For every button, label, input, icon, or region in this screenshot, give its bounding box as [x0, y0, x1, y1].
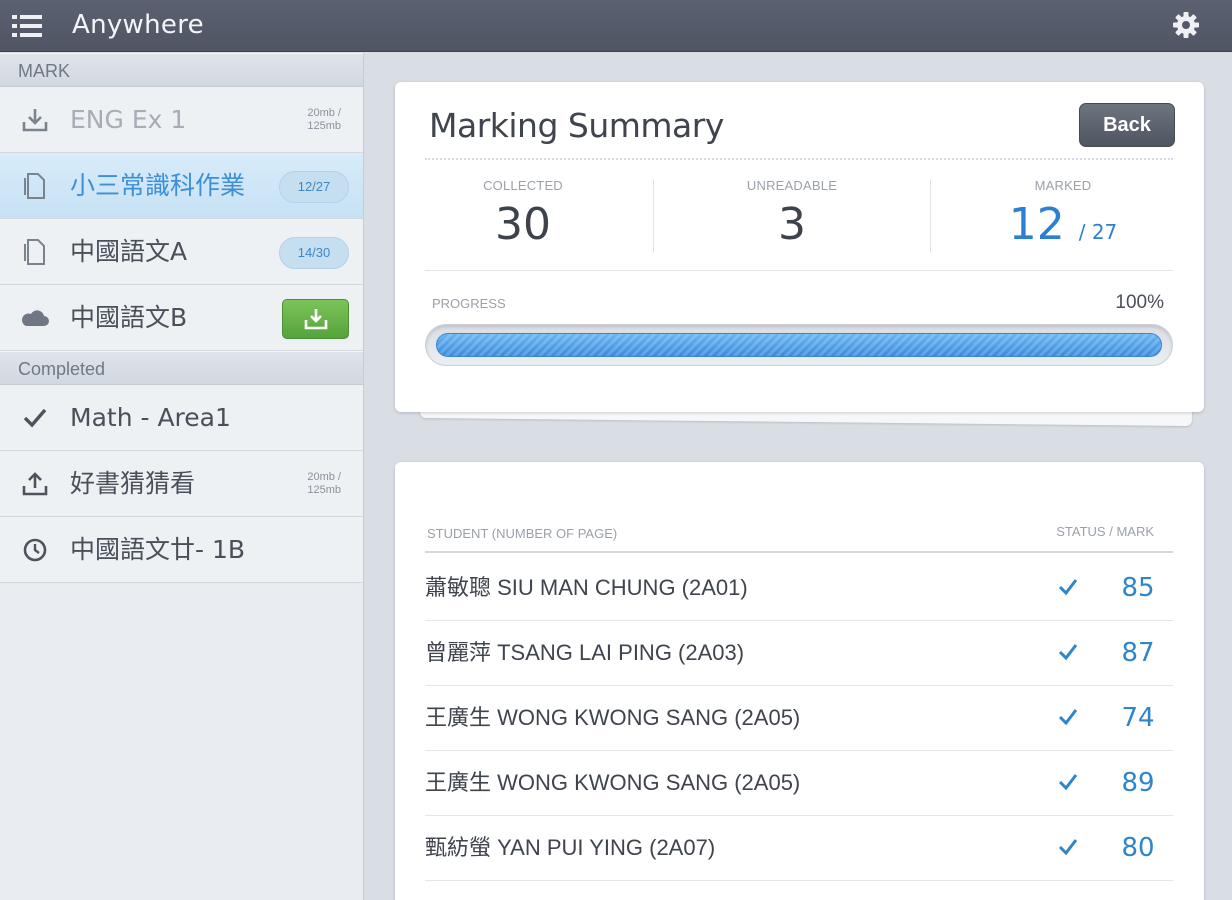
gear-icon[interactable]: [1172, 11, 1200, 39]
divider: [930, 180, 931, 252]
sidebar-item-primary3-science[interactable]: 小三常識科作業 12/27: [0, 153, 363, 219]
sidebar-item-book-guessing[interactable]: 好書猜猜看 20mb / 125mb: [0, 451, 363, 517]
collected-label: COLLECTED: [483, 178, 563, 193]
progress-count-badge: 14/30: [279, 237, 349, 269]
marked-stat: MARKED 12 / 27: [943, 178, 1183, 250]
download-button[interactable]: [282, 299, 349, 339]
mark-value: 80: [1121, 833, 1155, 863]
table-row[interactable]: 王廣生 WONG KWONG SANG (2A05) 89: [425, 751, 1173, 816]
divider: [425, 270, 1173, 271]
check-icon: [1058, 579, 1078, 596]
check-icon: [1058, 644, 1078, 661]
app-title: Anywhere: [72, 10, 204, 40]
marking-summary-card: Marking Summary Back COLLECTED 30 UNREAD…: [395, 82, 1204, 412]
student-name: 蕭敏聰 SIU MAN CHUNG (2A01): [425, 575, 748, 600]
check-icon: [1058, 839, 1078, 856]
sidebar-item-label: 好書猜猜看: [70, 469, 196, 498]
table-row[interactable]: 甄紡螢 YAN PUI YING (2A07) 80: [425, 816, 1173, 881]
sidebar-item-chinese-b[interactable]: 中國語文B: [0, 285, 363, 351]
column-header-status: STATUS / MARK: [1056, 524, 1154, 539]
sidebar-item-label: 小三常識科作業: [70, 171, 246, 200]
table-row[interactable]: 王廣生 WONG KWONG SANG (2A05) 74: [425, 686, 1173, 751]
download-icon: [22, 108, 48, 131]
divider: [653, 180, 654, 252]
check-icon: [1058, 709, 1078, 726]
sidebar: MARK ENG Ex 1 20mb / 125mb 小三常識科作業 12/27…: [0, 53, 364, 900]
mark-value: 87: [1121, 638, 1155, 668]
unreadable-stat: UNREADABLE 3: [672, 178, 912, 250]
sidebar-item-label: 中國語文廿- 1B: [70, 535, 246, 564]
mark-value: 85: [1121, 573, 1155, 603]
page-title: Marking Summary: [429, 106, 724, 145]
progress-value: 100%: [1115, 292, 1164, 313]
section-header-mark: MARK: [0, 53, 363, 87]
progress-label: PROGRESS: [432, 296, 506, 311]
marked-label: MARKED: [1034, 178, 1092, 193]
collected-value: 30: [495, 199, 551, 250]
column-header-student: STUDENT (NUMBER OF PAGE): [427, 526, 618, 541]
check-icon: [1058, 774, 1078, 791]
sidebar-item-label: Math - Area1: [70, 403, 231, 432]
section-header-completed: Completed: [0, 351, 363, 385]
divider: [425, 551, 1173, 553]
unreadable-value: 3: [778, 199, 806, 250]
cloud-icon: [22, 309, 49, 326]
student-name: 王廣生 WONG KWONG SANG (2A05): [425, 705, 801, 730]
student-name: 甄紡螢 YAN PUI YING (2A07): [425, 835, 716, 860]
upload-icon: [22, 471, 48, 495]
size-note: 20mb / 125mb: [307, 471, 341, 496]
back-button[interactable]: Back: [1079, 103, 1175, 147]
student-name: 曾麗萍 TSANG LAI PING (2A03): [425, 640, 745, 665]
sidebar-item-math-area1[interactable]: Math - Area1: [0, 385, 363, 451]
unreadable-label: UNREADABLE: [746, 178, 838, 193]
document-icon: [24, 172, 45, 199]
sidebar-item-label: 中國語文A: [70, 237, 188, 266]
marked-total: / 27: [1078, 220, 1118, 244]
download-icon: [304, 309, 328, 330]
table-row[interactable]: 曾麗萍 TSANG LAI PING (2A03) 87: [425, 621, 1173, 686]
mark-value: 89: [1121, 768, 1155, 798]
sidebar-item-chinese-1b[interactable]: 中國語文廿- 1B: [0, 517, 363, 583]
top-bar: Anywhere: [0, 0, 1232, 52]
sidebar-item-label: 中國語文B: [70, 303, 188, 332]
progress-bar: [425, 324, 1173, 366]
sidebar-item-eng-ex-1[interactable]: ENG Ex 1 20mb / 125mb: [0, 87, 363, 153]
progress-bar-fill: [436, 333, 1162, 357]
students-card: STUDENT (NUMBER OF PAGE) STATUS / MARK 蕭…: [395, 462, 1204, 900]
mark-value: 74: [1121, 703, 1155, 733]
document-icon: [24, 238, 45, 265]
collected-stat: COLLECTED 30: [403, 178, 643, 250]
sidebar-item-label: ENG Ex 1: [70, 105, 187, 134]
clock-icon: [23, 538, 47, 561]
marked-value: 12 / 27: [943, 199, 1183, 250]
menu-icon[interactable]: [10, 12, 44, 40]
progress-count-badge: 12/27: [279, 171, 349, 203]
marked-count: 12: [1008, 199, 1065, 250]
size-note: 20mb / 125mb: [307, 107, 341, 132]
sidebar-item-chinese-a[interactable]: 中國語文A 14/30: [0, 219, 363, 285]
checkmark-icon: [23, 408, 47, 427]
student-name: 王廣生 WONG KWONG SANG (2A05): [425, 770, 801, 795]
table-row[interactable]: 蕭敏聰 SIU MAN CHUNG (2A01) 85: [425, 556, 1173, 621]
divider: [425, 158, 1173, 160]
